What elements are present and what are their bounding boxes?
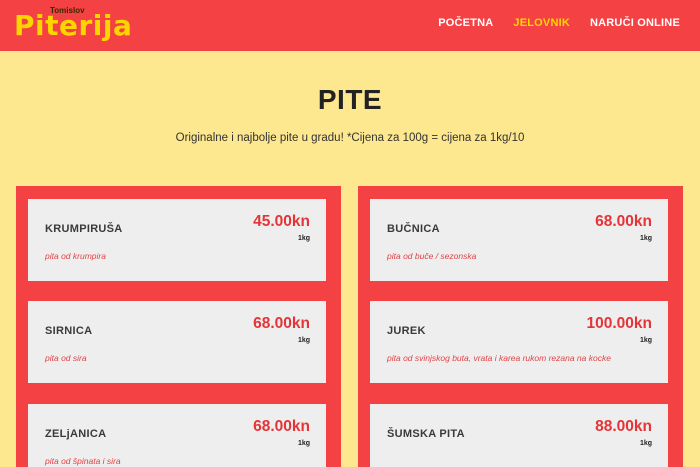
logo[interactable]: Tomislov Piterija [14, 4, 132, 46]
nav-item-jelovnik[interactable]: JELOVNIK [513, 17, 570, 29]
menu-item-name: SIRNICA [45, 325, 93, 337]
menu-item-name: KRUMPIRUŠA [45, 223, 123, 235]
menu-item-description: pita od buče / sezonska [387, 251, 477, 261]
menu-item-card[interactable]: ZELjANICA 68.00kn 1kg pita od špinata i … [28, 404, 326, 467]
logo-name: Piterija [14, 9, 133, 42]
menu-item-unit: 1kg [639, 440, 652, 447]
menu-item-unit: 1kg [639, 337, 652, 344]
menu-column-right: BUČNICA 68.00kn 1kg pita od buče / sezon… [358, 186, 683, 467]
menu-item-unit: 1kg [639, 235, 652, 242]
menu-item-description: pita od krumpira [45, 251, 106, 261]
menu-item-name: ŠUMSKA PITA [387, 428, 465, 440]
menu-item-card[interactable]: KRUMPIRUŠA 45.00kn 1kg pita od krumpira [28, 199, 326, 281]
menu-item-description: pita od svinjskog buta, vrata i karea ru… [387, 353, 611, 363]
menu-item-unit: 1kg [297, 337, 310, 344]
menu-item-price: 68.00kn [253, 315, 310, 332]
menu-item-price: 100.00kn [586, 315, 653, 332]
site-header: Tomislov Piterija POČETNA JELOVNIK NARUČ… [0, 0, 700, 51]
main-nav: POČETNA JELOVNIK NARUČI ONLINE [438, 17, 680, 29]
page-subtitle: Originalne i najbolje pite u gradu! *Cij… [175, 132, 525, 144]
menu-item-price: 68.00kn [595, 213, 652, 230]
menu-item-description: pita od sira [45, 353, 87, 363]
nav-item-naruci-online[interactable]: NARUČI ONLINE [590, 17, 680, 29]
menu-item-card[interactable]: ŠUMSKA PITA 88.00kn 1kg [370, 404, 668, 467]
menu-item-unit: 1kg [297, 235, 310, 242]
menu-item-price: 45.00kn [253, 213, 310, 230]
nav-item-pocetna[interactable]: POČETNA [438, 17, 493, 29]
menu-item-unit: 1kg [297, 440, 310, 447]
menu-item-price: 88.00kn [595, 418, 652, 435]
menu-item-description: pita od špinata i sira [45, 456, 121, 466]
menu-item-card[interactable]: JUREK 100.00kn 1kg pita od svinjskog but… [370, 301, 668, 383]
menu-item-name: ZELjANICA [45, 428, 107, 440]
page-title: PITE [317, 84, 383, 115]
menu-item-card[interactable]: SIRNICA 68.00kn 1kg pita od sira [28, 301, 326, 383]
menu-item-card[interactable]: BUČNICA 68.00kn 1kg pita od buče / sezon… [370, 199, 668, 281]
menu-item-price: 68.00kn [253, 418, 310, 435]
menu-item-name: JUREK [387, 325, 426, 337]
menu-column-left: KRUMPIRUŠA 45.00kn 1kg pita od krumpira … [16, 186, 341, 467]
menu-item-name: BUČNICA [387, 223, 440, 235]
